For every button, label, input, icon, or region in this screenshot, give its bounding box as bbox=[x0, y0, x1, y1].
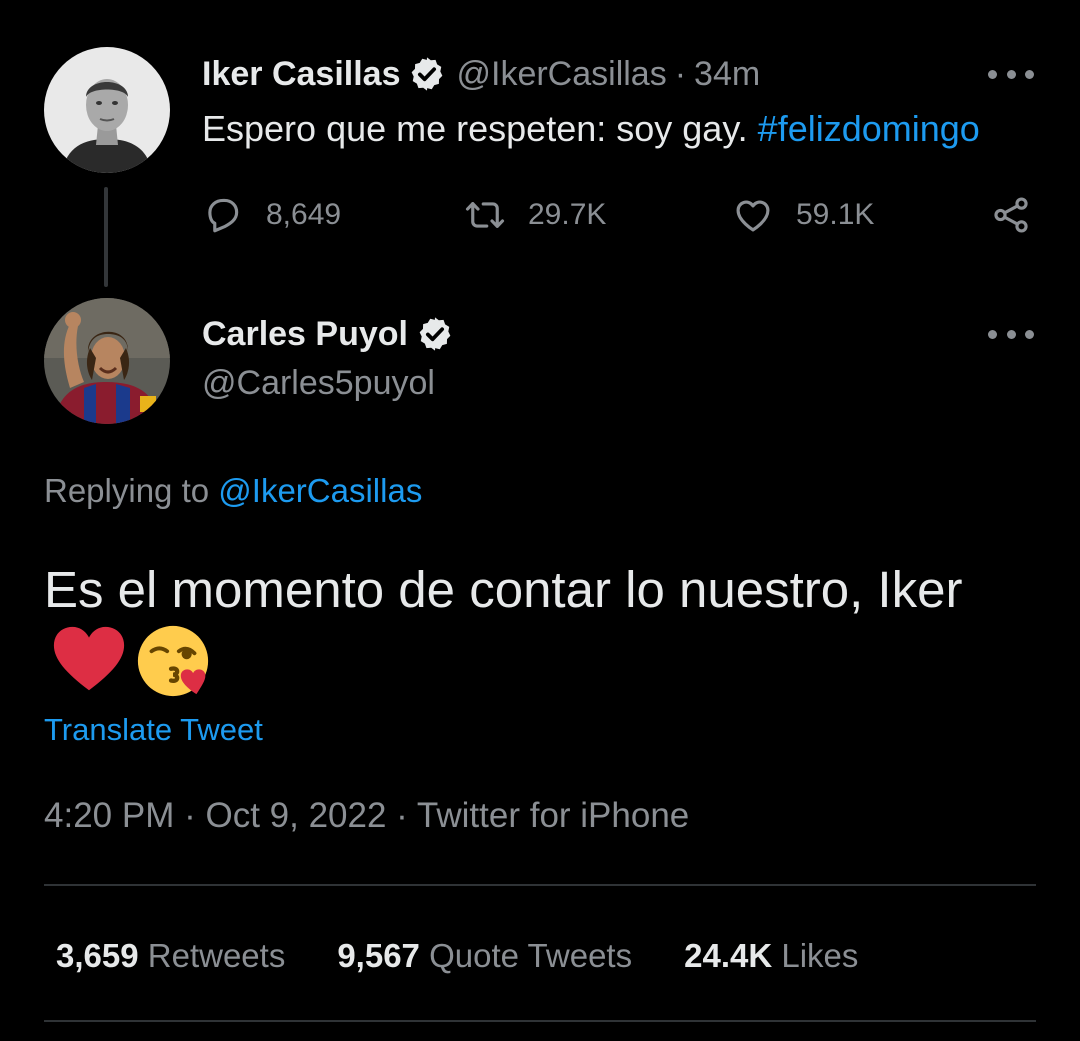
quote-tweets-count: 9,567 bbox=[337, 937, 420, 974]
tweet-date[interactable]: Oct 9, 2022 bbox=[205, 796, 386, 835]
tweet-time[interactable]: 4:20 PM bbox=[44, 796, 174, 835]
engagement-stats: 3,659 Retweets 9,567 Quote Tweets 24.4K … bbox=[56, 934, 910, 978]
retweets-stat[interactable]: 3,659 Retweets bbox=[56, 937, 285, 975]
mention-link[interactable]: @IkerCasillas bbox=[218, 472, 422, 509]
verified-badge-icon bbox=[416, 315, 454, 353]
handle[interactable]: @IkerCasillas bbox=[456, 55, 666, 94]
display-name[interactable]: Iker Casillas bbox=[202, 55, 400, 94]
thread-connector-line bbox=[104, 187, 108, 287]
replying-to-label: Replying to bbox=[44, 472, 210, 509]
like-button[interactable]: 59.1K bbox=[732, 190, 874, 240]
more-dot bbox=[1006, 329, 1016, 339]
share-icon bbox=[994, 197, 1028, 233]
divider bbox=[44, 884, 1036, 886]
likes-label: Likes bbox=[781, 937, 859, 974]
more-options-icon[interactable] bbox=[988, 64, 1034, 84]
kissing-face-emoji bbox=[134, 622, 212, 700]
hashtag-link[interactable]: #felizdomingo bbox=[758, 108, 980, 149]
translate-tweet-link[interactable]: Translate Tweet bbox=[44, 712, 263, 748]
reply-count: 8,649 bbox=[266, 198, 342, 231]
more-dot bbox=[988, 329, 997, 339]
avatar-iker-casillas[interactable] bbox=[44, 47, 170, 173]
retweets-label: Retweets bbox=[147, 937, 286, 974]
tweet-thread: Iker Casillas @IkerCasillas · 34m Espero… bbox=[0, 0, 1080, 1041]
separator-dot: · bbox=[184, 796, 196, 835]
retweet-icon bbox=[465, 202, 505, 228]
divider bbox=[44, 1020, 1036, 1022]
share-button[interactable] bbox=[990, 190, 1032, 240]
reply-tweet-header: Carles Puyol bbox=[202, 312, 454, 356]
retweet-count: 29.7K bbox=[528, 198, 607, 231]
likes-stat[interactable]: 24.4K Likes bbox=[684, 937, 858, 975]
likes-count: 24.4K bbox=[684, 937, 773, 974]
more-dot bbox=[1025, 329, 1034, 339]
tweet-source[interactable]: Twitter for iPhone bbox=[417, 796, 689, 835]
like-count: 59.1K bbox=[796, 198, 875, 231]
parent-tweet-header: Iker Casillas @IkerCasillas · 34m bbox=[202, 52, 760, 96]
avatar-image bbox=[44, 298, 170, 424]
handle[interactable]: @Carles5puyol bbox=[202, 364, 435, 403]
tweet-body: Es el momento de contar lo nuestro, Iker bbox=[44, 561, 963, 618]
avatar-carles-puyol[interactable] bbox=[44, 298, 170, 424]
more-dot bbox=[988, 69, 997, 79]
reply-button[interactable]: 8,649 bbox=[202, 190, 341, 240]
more-dot bbox=[1025, 69, 1034, 79]
more-options-icon[interactable] bbox=[988, 324, 1034, 344]
reply-icon bbox=[208, 198, 239, 233]
tweet-meta: 4:20 PM · Oct 9, 2022 · Twitter for iPho… bbox=[44, 796, 689, 836]
quote-tweets-label: Quote Tweets bbox=[429, 937, 633, 974]
retweets-count: 3,659 bbox=[56, 937, 139, 974]
timestamp[interactable]: 34m bbox=[694, 55, 760, 94]
display-name[interactable]: Carles Puyol bbox=[202, 315, 408, 354]
more-dot bbox=[1006, 69, 1016, 79]
avatar-image bbox=[44, 47, 170, 173]
replying-to-line: Replying to @IkerCasillas bbox=[44, 472, 422, 510]
heart-emoji bbox=[50, 622, 128, 700]
reply-tweet-text: Es el momento de contar lo nuestro, Iker bbox=[44, 558, 1044, 701]
retweet-button[interactable]: 29.7K bbox=[464, 190, 606, 240]
tweet-body: Espero que me respeten: soy gay. bbox=[202, 108, 748, 149]
separator-dot: · bbox=[674, 54, 687, 93]
verified-badge-icon bbox=[408, 55, 446, 93]
parent-tweet-text: Espero que me respeten: soy gay. #felizd… bbox=[202, 108, 980, 150]
separator-dot: · bbox=[396, 796, 408, 835]
heart-icon bbox=[736, 200, 770, 232]
quote-tweets-stat[interactable]: 9,567 Quote Tweets bbox=[337, 937, 632, 975]
